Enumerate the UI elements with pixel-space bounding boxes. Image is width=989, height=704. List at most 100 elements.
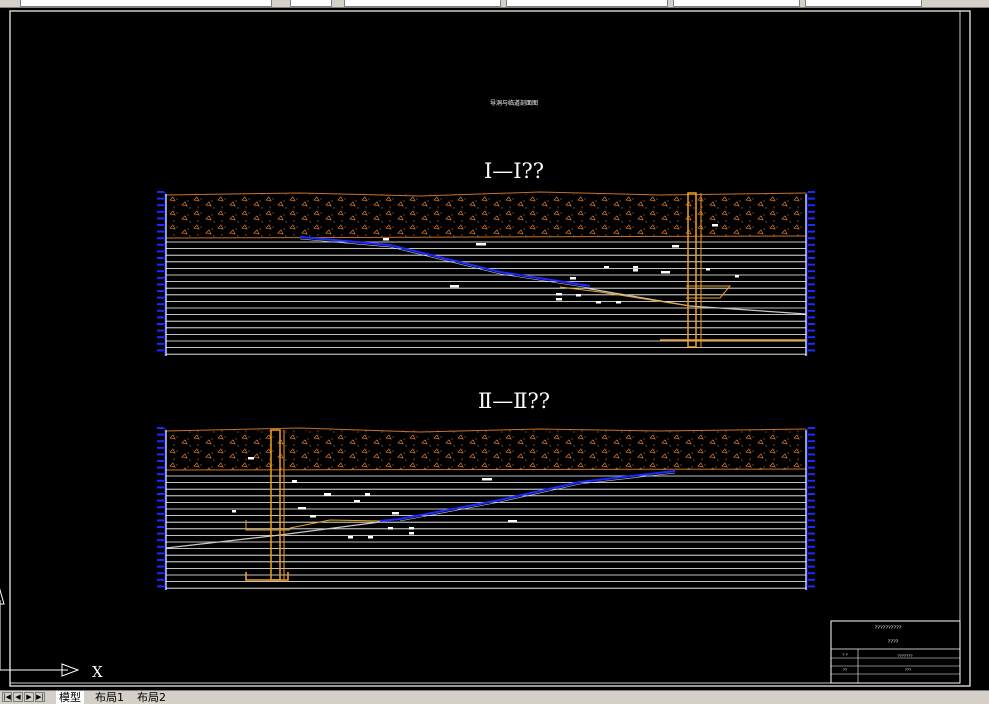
section-2: Ⅱ—Ⅱ?? (157, 389, 815, 590)
axis-tick (157, 486, 164, 489)
axis-tick (808, 493, 815, 495)
axis-tick (157, 512, 164, 515)
axis-tick (157, 290, 164, 292)
axis-tick (157, 578, 164, 581)
axis-tick (157, 349, 164, 352)
toolbar-combo-lineweight[interactable] (673, 0, 800, 7)
annotation-tag (616, 301, 621, 304)
axis-tick (157, 499, 164, 502)
axis-tick (808, 191, 815, 193)
axis-tick (808, 329, 815, 332)
axis-tick (808, 243, 815, 246)
annotation-tag (248, 457, 254, 460)
annotation-tag (409, 527, 414, 530)
axis-tick (808, 499, 815, 502)
title-block-date: ??? (905, 667, 911, 672)
drawing-canvas[interactable]: 导洞与临道剖面图 Ⅰ—Ⅰ?? Ⅱ—Ⅱ?? ?????????? ???? ???… (0, 8, 989, 690)
axis-tick (157, 323, 164, 325)
axis-tick (157, 342, 164, 345)
axis-tick (808, 283, 815, 286)
axis-tick (808, 197, 815, 200)
annotation-tag (633, 266, 638, 269)
annotation-tag (310, 515, 316, 518)
axis-tick (808, 237, 815, 240)
axis-tick (808, 224, 815, 226)
annotation-tag (292, 480, 297, 483)
layout-tab-bar: |◀ ◀ ▶ ▶| 模型 布局1 布局2 (0, 690, 989, 704)
annotation-tag (672, 245, 679, 248)
axis-tick (808, 479, 815, 482)
tab-layout2[interactable]: 布局2 (134, 691, 169, 704)
axis-tick (808, 257, 815, 259)
annotation-tag (368, 536, 373, 539)
axis-tick (157, 446, 164, 449)
elevation-axis-left-1 (157, 191, 166, 356)
annotation-tag (596, 301, 601, 304)
axis-tick (157, 270, 164, 273)
axis-tick (808, 559, 815, 561)
annotation-tag (556, 293, 562, 296)
soil-layer-1 (166, 194, 806, 238)
axis-tick (808, 336, 815, 339)
tunnel-line-2-edge (399, 472, 676, 522)
annotation-tag (298, 507, 306, 510)
soil-layer-2 (166, 430, 806, 470)
axis-tick (157, 257, 164, 259)
tab-nav-last-button[interactable]: ▶| (35, 692, 45, 702)
elevation-axis-right-1 (806, 191, 815, 356)
annotation-tag (388, 527, 393, 530)
sump-2 (245, 572, 289, 581)
axis-tick (808, 585, 815, 588)
axis-tick (808, 545, 815, 548)
axis-tick (808, 217, 815, 220)
title-block-unit: ??????? (897, 653, 912, 658)
tab-nav-prev-button[interactable]: ◀ (13, 692, 23, 702)
axis-tick (808, 466, 815, 469)
axis-tick (157, 296, 164, 299)
axis-tick (157, 263, 164, 266)
tab-model[interactable]: 模型 (56, 691, 84, 704)
axis-tick (157, 250, 164, 253)
annotation-tag (354, 500, 360, 503)
axis-tick (808, 578, 815, 581)
axis-tick (808, 316, 815, 319)
axis-tick (157, 473, 164, 476)
axis-tick (157, 552, 164, 555)
axis-tick (808, 210, 815, 213)
axis-tick (157, 479, 164, 482)
axis-tick (808, 572, 815, 575)
annotation-tag (576, 294, 581, 297)
toolbar-combo-plotstyle[interactable] (805, 0, 922, 7)
annotation-tag (508, 520, 517, 523)
axis-tick (808, 539, 815, 542)
axis-tick (157, 303, 164, 306)
tab-nav-next-button[interactable]: ▶ (24, 692, 34, 702)
annotation-tag (383, 238, 389, 241)
axis-tick (808, 230, 815, 233)
axis-tick (808, 446, 815, 449)
axis-tick (808, 204, 815, 207)
axis-tick (808, 552, 815, 555)
axis-tick (808, 526, 815, 528)
section-1-title: Ⅰ—Ⅰ?? (484, 159, 544, 183)
axis-tick (808, 532, 815, 535)
toolbar-icons[interactable] (290, 0, 332, 7)
axis-tick (157, 309, 164, 312)
axis-tick (808, 460, 815, 462)
axis-tick (808, 270, 815, 273)
title-block-name: ?????????? (875, 625, 902, 631)
axis-tick (157, 230, 164, 233)
tab-nav-first-button[interactable]: |◀ (2, 692, 12, 702)
tunnel-line-1-edge (299, 238, 591, 289)
axis-tick (808, 565, 815, 568)
ucs-x-label: X (92, 663, 103, 681)
axis-tick (808, 290, 815, 292)
axis-tick (157, 585, 164, 588)
axis-tick (808, 276, 815, 279)
elevation-axis-right-2 (806, 427, 815, 590)
annotation-tag (735, 275, 739, 278)
toolbar-combo-color[interactable] (344, 0, 501, 7)
toolbar-combo-linetype[interactable] (506, 0, 668, 7)
toolbar-combo-layer[interactable] (20, 0, 272, 7)
tab-layout1[interactable]: 布局1 (92, 691, 127, 704)
